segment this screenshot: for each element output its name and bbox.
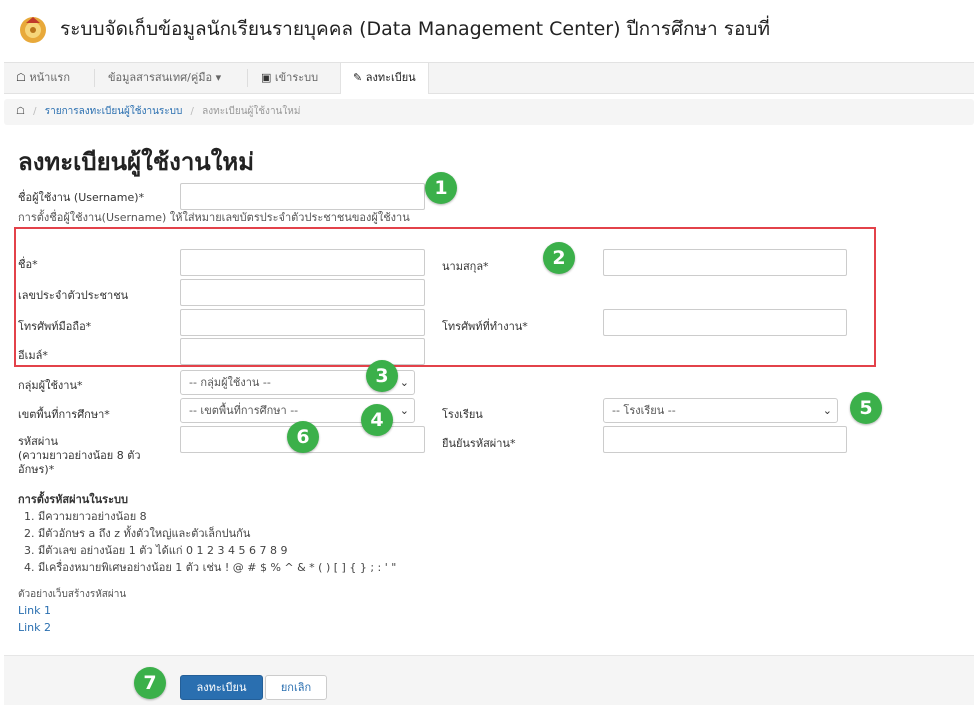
page-title: ลงทะเบียนผู้ใช้งานใหม่ — [18, 148, 255, 176]
idcard-label: เลขประจำตัวประชาชน — [18, 289, 129, 302]
school-value: -- โรงเรียน -- — [612, 404, 676, 417]
home-icon[interactable]: ☖ — [16, 106, 25, 117]
annotation-badge-7: 7 — [134, 667, 166, 699]
annotation-badge-6: 6 — [287, 421, 319, 453]
username-label: ชื่อผู้ใช้งาน (Username)* — [18, 191, 145, 204]
lock-icon: ▣ — [261, 71, 272, 84]
firstname-input[interactable] — [180, 249, 425, 276]
breadcrumb: ☖ / รายการลงทะเบียนผู้ใช้งานระบบ / ลงทะเ… — [4, 99, 974, 125]
nav-info-label: ข้อมูลสารสนเทศ/คู่มือ — [108, 71, 213, 84]
example-link-1[interactable]: Link 1 — [18, 604, 51, 617]
annotation-badge-2: 2 — [543, 242, 575, 274]
username-input[interactable] — [180, 183, 425, 210]
nav-register[interactable]: ✎ ลงทะเบียน — [340, 63, 429, 94]
workphone-label: โทรศัพท์ที่ทำงาน* — [442, 320, 528, 333]
app-title: ระบบจัดเก็บข้อมูลนักเรียนรายบุคคล (Data … — [60, 18, 770, 40]
usergroup-label: กลุ่มผู้ใช้งาน* — [18, 379, 83, 392]
workphone-input[interactable] — [603, 309, 847, 336]
password-examples-label: ตัวอย่างเว็บสร้างรหัสผ่าน — [18, 589, 127, 600]
nav-info-dropdown[interactable]: ข้อมูลสารสนเทศ/คู่มือ ▾ — [96, 63, 233, 93]
chevron-down-icon: ⌄ — [399, 376, 409, 389]
breadcrumb-current: ลงทะเบียนผู้ใช้งานใหม่ — [202, 106, 301, 117]
example-link-2[interactable]: Link 2 — [18, 621, 51, 634]
password-rule: 2. มีตัวอักษร a ถึง z ทั้งตัวใหญ่และตัวเ… — [24, 527, 251, 540]
usergroup-value: -- กลุ่มผู้ใช้งาน -- — [189, 376, 271, 389]
password-rule: 3. มีตัวเลข อย่างน้อย 1 ตัว ได้แก่ 0 1 2… — [24, 544, 288, 557]
mobile-label: โทรศัพท์มือถือ* — [18, 320, 92, 333]
chevron-down-icon: ⌄ — [399, 404, 409, 417]
register-button[interactable]: ลงทะเบียน — [180, 675, 263, 700]
password-rules-title: การตั้งรหัสผ่านในระบบ — [18, 493, 128, 506]
breadcrumb-list-link[interactable]: รายการลงทะเบียนผู้ใช้งานระบบ — [45, 106, 183, 117]
area-label: เขตพื้นที่การศึกษา* — [18, 408, 110, 421]
nav-home-label: หน้าแรก — [29, 71, 70, 84]
password-label-suffix: อักษร)* — [18, 463, 55, 476]
idcard-input[interactable] — [180, 279, 425, 306]
firstname-label: ชื่อ* — [18, 258, 38, 271]
caret-down-icon: ▾ — [215, 71, 222, 84]
username-hint: การตั้งชื่อผู้ใช้งาน(Username) ให้ใส่หมา… — [18, 211, 410, 224]
annotation-badge-3: 3 — [366, 360, 398, 392]
lastname-label: นามสกุล* — [442, 260, 489, 273]
school-select[interactable]: -- โรงเรียน -- ⌄ — [603, 398, 838, 423]
home-icon: ☖ — [16, 71, 26, 84]
password-rule: 4. มีเครื่องหมายพิเศษอย่างน้อย 1 ตัว เช่… — [24, 561, 397, 574]
cancel-button[interactable]: ยกเลิก — [265, 675, 327, 700]
highlight-box — [14, 227, 876, 367]
pencil-icon: ✎ — [353, 71, 363, 84]
confirm-password-input[interactable] — [603, 426, 847, 453]
nav-login-label: เข้าระบบ — [274, 71, 319, 84]
password-rule: 1. มีความยาวอย่างน้อย 8 — [24, 510, 147, 523]
annotation-badge-4: 4 — [361, 404, 393, 436]
nav-register-label: ลงทะเบียน — [365, 71, 416, 84]
school-label: โรงเรียน — [442, 408, 483, 421]
confirm-password-label: ยืนยันรหัสผ่าน* — [442, 437, 516, 450]
navbar: ☖ หน้าแรก ข้อมูลสารสนเทศ/คู่มือ ▾ ▣ เข้า… — [4, 62, 974, 94]
mobile-input[interactable] — [180, 309, 425, 336]
area-value: -- เขตพื้นที่การศึกษา -- — [189, 404, 299, 417]
school-logo — [20, 17, 46, 43]
email-label: อีเมล์* — [18, 349, 48, 362]
lastname-input[interactable] — [603, 249, 847, 276]
annotation-badge-1: 1 — [425, 172, 457, 204]
nav-login[interactable]: ▣ เข้าระบบ — [249, 63, 330, 93]
chevron-down-icon: ⌄ — [822, 404, 832, 417]
annotation-badge-5: 5 — [850, 392, 882, 424]
nav-home[interactable]: ☖ หน้าแรก — [4, 63, 82, 93]
